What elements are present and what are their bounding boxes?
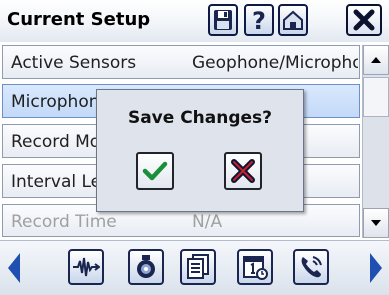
close-icon — [353, 9, 375, 31]
row-value: Geophone/Microphone — [192, 53, 358, 73]
phone-icon — [301, 256, 322, 278]
row-value: N/A — [192, 212, 223, 232]
bottom-toolbar — [0, 240, 389, 295]
sensor-button[interactable] — [128, 249, 164, 285]
svg-text:?: ? — [252, 8, 266, 32]
row-label: Record Time — [11, 212, 117, 232]
triangle-up-icon — [371, 57, 381, 63]
sensor-icon — [137, 255, 155, 278]
home-icon — [283, 10, 303, 30]
help-button[interactable]: ? — [244, 4, 274, 36]
scrollbar[interactable] — [362, 45, 389, 238]
phone-button[interactable] — [293, 249, 329, 285]
scroll-up-button[interactable] — [363, 45, 389, 75]
arrow-right-icon[interactable] — [368, 253, 382, 283]
help-icon: ? — [252, 8, 266, 32]
x-icon — [231, 159, 255, 183]
schedule-button[interactable] — [237, 249, 273, 285]
close-button[interactable] — [346, 4, 382, 36]
calendar-clock-icon — [243, 256, 268, 280]
row-label: Active Sensors — [11, 53, 137, 73]
documents-button[interactable] — [180, 249, 216, 285]
dialog-title: Save Changes? — [127, 108, 273, 128]
header-bar: Current Setup ? — [0, 0, 389, 42]
home-button[interactable] — [278, 4, 308, 36]
arrow-left-icon[interactable] — [8, 253, 22, 283]
checkmark-icon — [142, 161, 168, 181]
save-button[interactable] — [208, 4, 238, 36]
save-changes-dialog: Save Changes? — [96, 89, 304, 212]
page-title: Current Setup — [7, 9, 151, 30]
documents-icon — [187, 254, 209, 279]
save-icon — [214, 10, 232, 30]
confirm-button[interactable] — [136, 152, 174, 190]
cancel-button[interactable] — [224, 152, 262, 190]
waveform-icon — [73, 257, 100, 277]
triangle-down-icon — [371, 220, 381, 226]
waveform-button[interactable] — [68, 249, 104, 285]
scroll-thumb[interactable] — [363, 77, 389, 117]
scroll-down-button[interactable] — [363, 208, 389, 238]
row-active-sensors[interactable]: Active Sensors Geophone/Microphone — [2, 45, 360, 79]
